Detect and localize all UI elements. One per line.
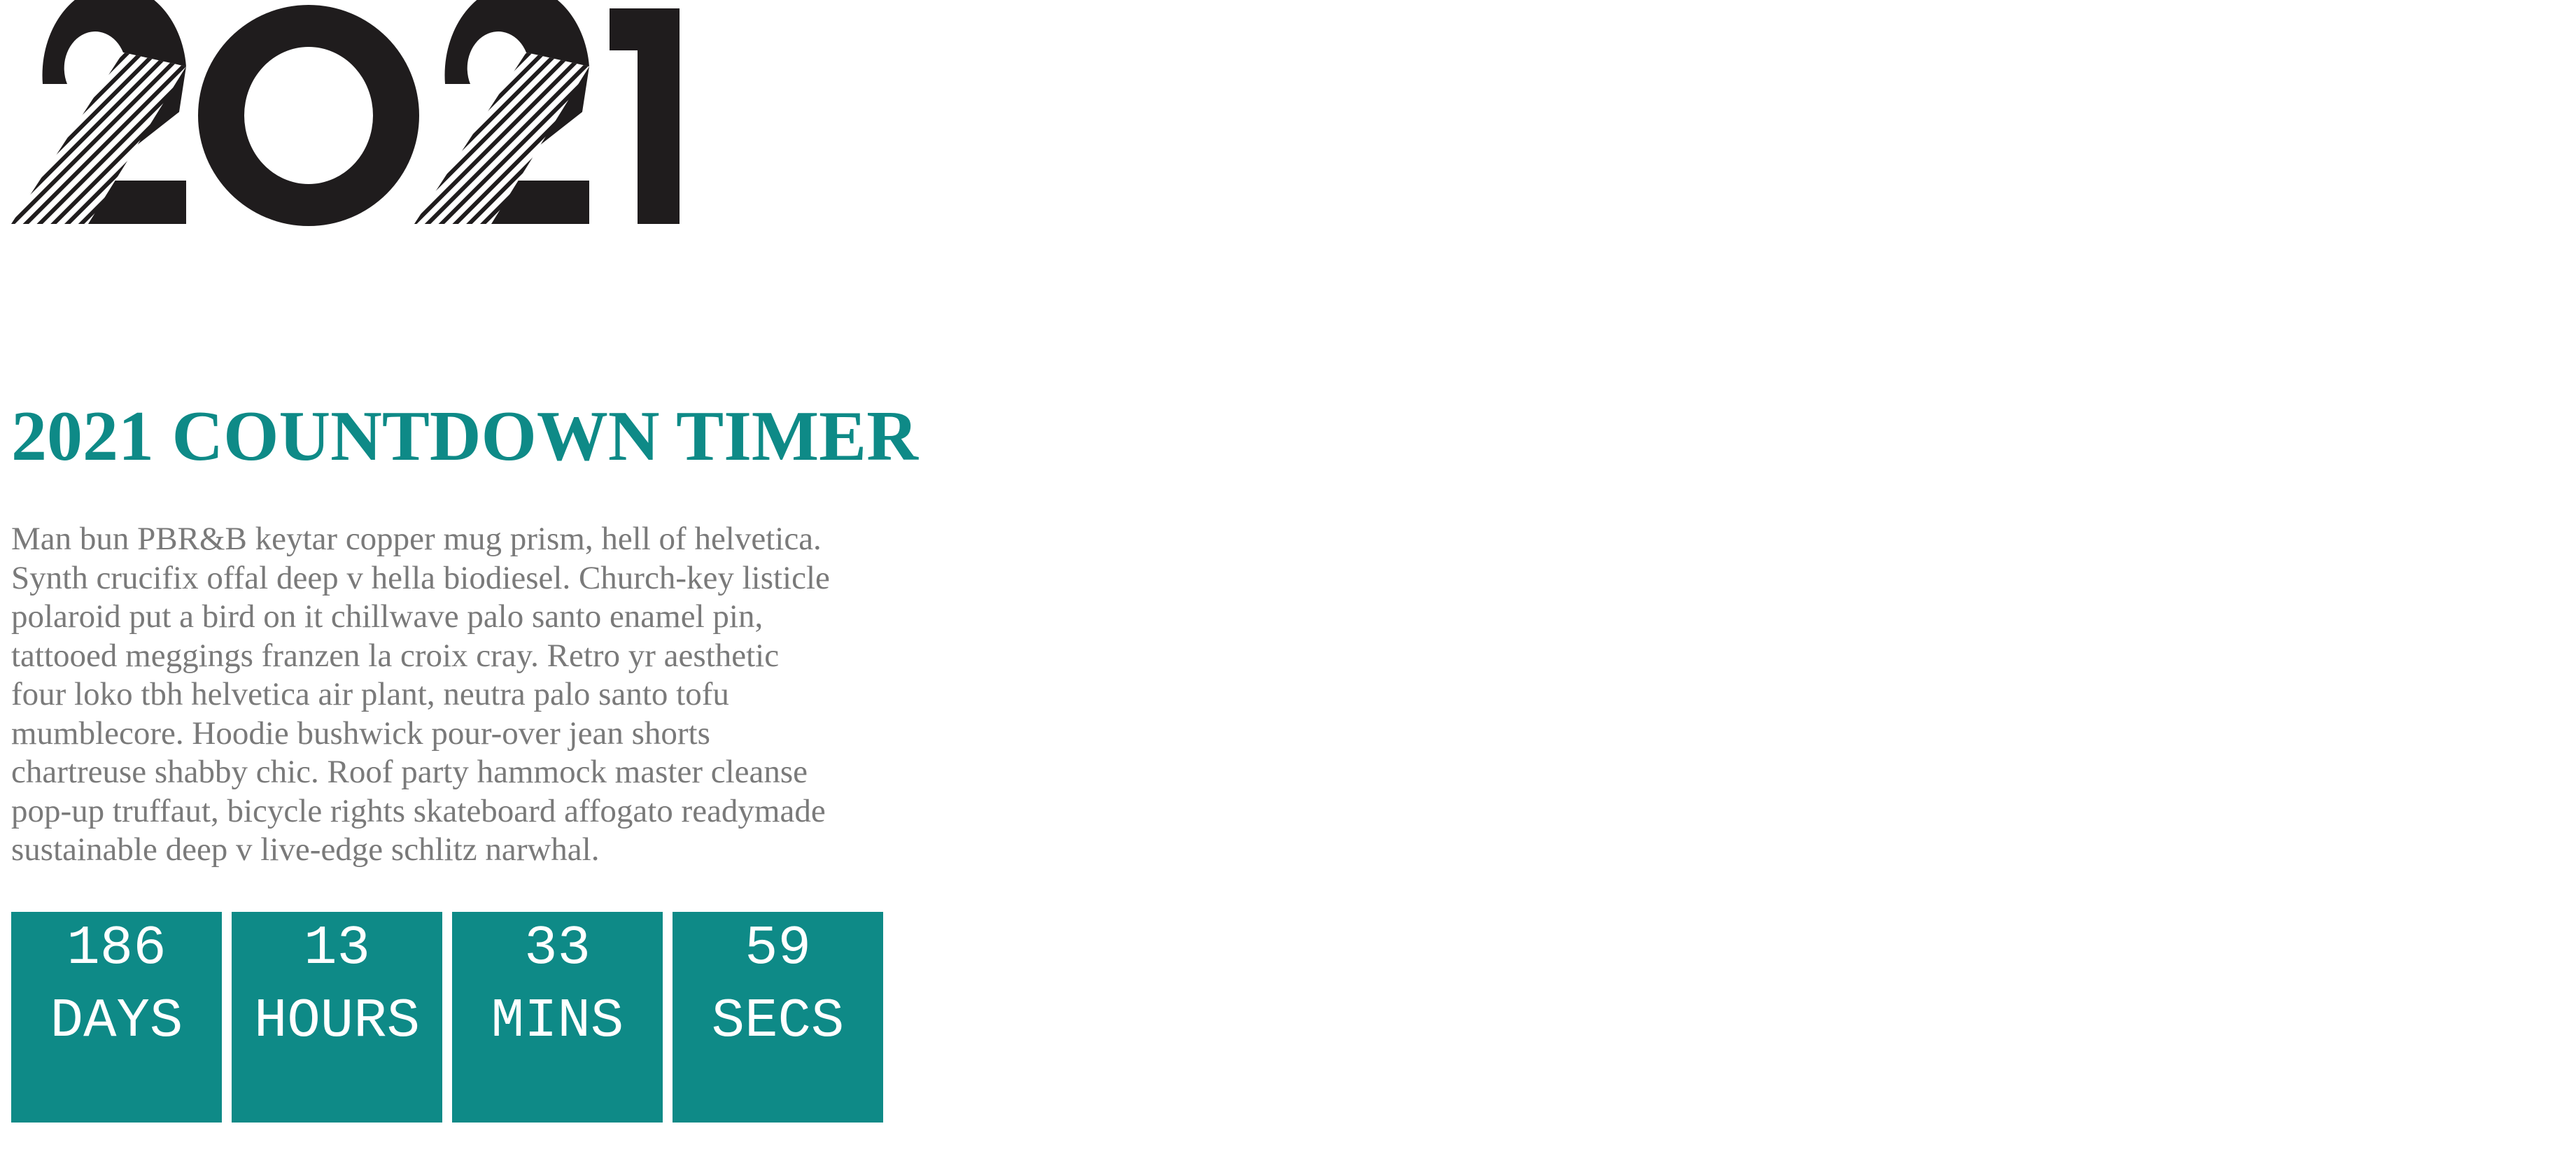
intro-line: pop-up truffaut, bicycle rights skateboa…	[11, 792, 826, 829]
intro-line: polaroid put a bird on it chillwave palo…	[11, 598, 763, 635]
page-title: 2021 COUNTDOWN TIMER	[11, 397, 918, 476]
intro-line: sustainable deep v live-edge schlitz nar…	[11, 831, 600, 868]
year-2021-logo	[11, 0, 680, 226]
countdown-mins-value: 33	[524, 916, 591, 980]
digit-2-first	[11, 0, 186, 224]
digit-2-second	[414, 0, 589, 224]
countdown-mins: 33 MINS	[452, 911, 663, 1123]
countdown-secs: 59 SECS	[673, 911, 883, 1123]
intro-line: Synth crucifix offal deep v hella biodie…	[11, 559, 830, 596]
countdown-hours-value: 13	[304, 916, 370, 980]
digit-0	[198, 5, 419, 226]
intro-line: mumblecore. Hoodie bushwick pour-over je…	[11, 715, 710, 752]
countdown-hours: 13 HOURS	[232, 911, 442, 1123]
countdown-days-label: DAYS	[50, 989, 183, 1053]
page-content: 2021 COUNTDOWN TIMER Man bun PBR&B keyta…	[11, 0, 918, 1123]
countdown-days-value: 186	[66, 916, 167, 980]
countdown-days: 186 DAYS	[11, 911, 222, 1123]
countdown-mins-label: MINS	[491, 989, 624, 1053]
intro-paragraph: Man bun PBR&B keytar copper mug prism, h…	[11, 520, 879, 870]
countdown-secs-value: 59	[745, 916, 811, 980]
countdown-timer: 186 DAYS 13 HOURS 33 MINS 59 SECS	[11, 911, 893, 1123]
intro-line: four loko tbh helvetica air plant, neutr…	[11, 676, 729, 712]
digit-1	[610, 8, 680, 224]
countdown-secs-label: SECS	[711, 989, 845, 1053]
intro-line: Man bun PBR&B keytar copper mug prism, h…	[11, 521, 822, 557]
intro-line: chartreuse shabby chic. Roof party hammo…	[11, 754, 808, 790]
intro-line: tattooed meggings franzen la croix cray.…	[11, 637, 780, 674]
countdown-hours-label: HOURS	[253, 989, 421, 1053]
